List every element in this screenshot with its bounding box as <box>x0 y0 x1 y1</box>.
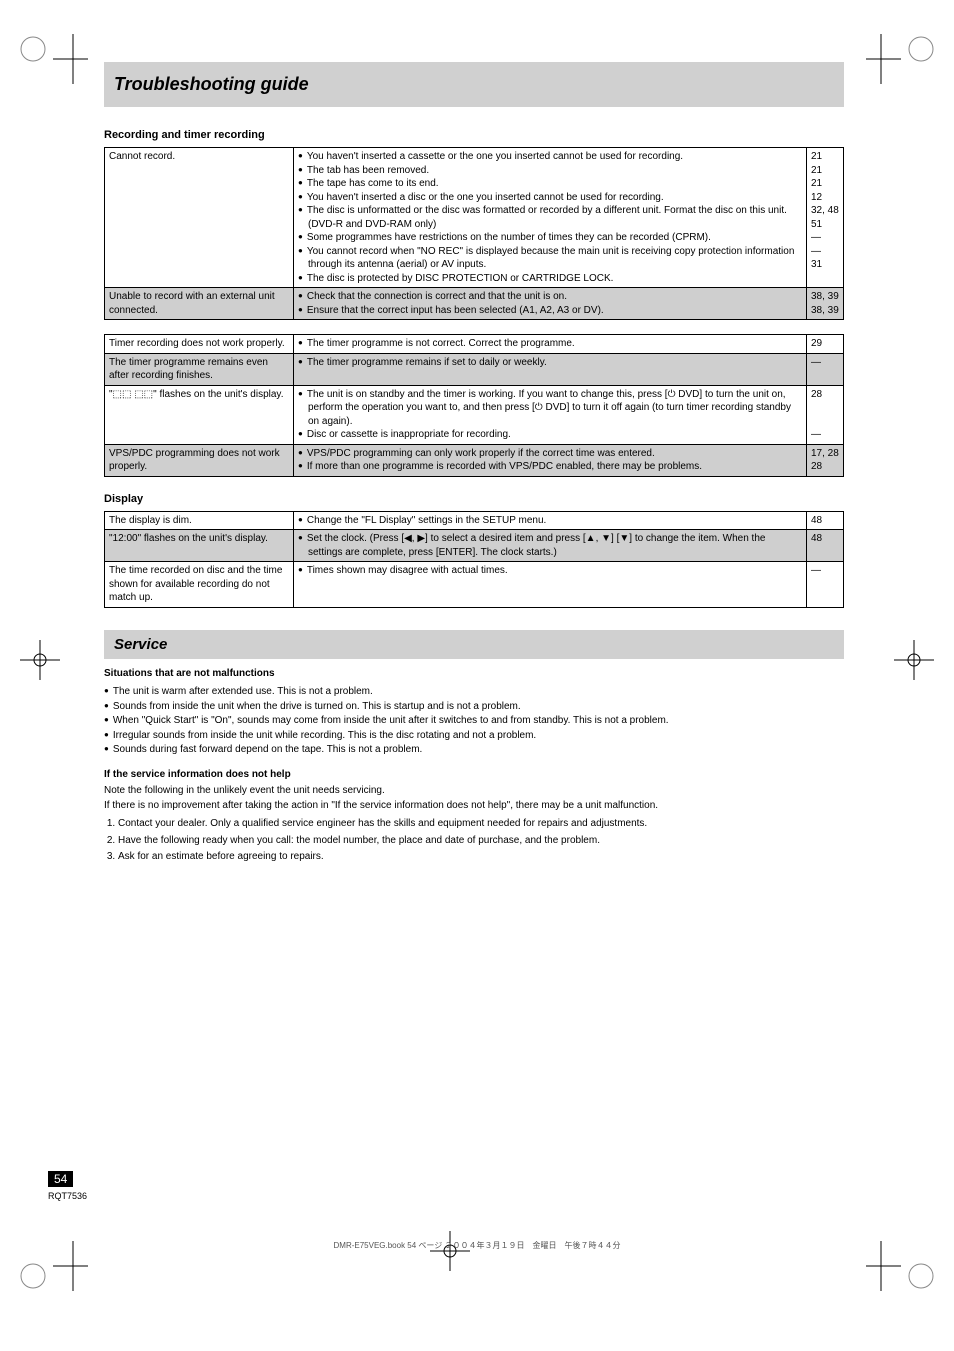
page-refs: 38, 39 38, 39 <box>807 288 844 320</box>
service-bullet: The unit is warm after extended use. Thi… <box>104 685 844 700</box>
timer-table: Timer recording does not work properly. … <box>104 334 844 477</box>
service-bullet: When "Quick Start" is "On", sounds may c… <box>104 714 844 729</box>
bullet-list: You haven't inserted a cassette or the o… <box>298 150 802 285</box>
service-bottom-label: If the service information does not help <box>104 769 291 780</box>
cell-left: VPS/PDC programming does not work proper… <box>105 444 294 476</box>
footer: 54 RQT7536 <box>48 1171 87 1201</box>
service-sub-label: Situations that are not malfunctions <box>104 668 275 679</box>
cell-left: Timer recording does not work properly. <box>105 335 294 354</box>
bullet: The timer programme remains if set to da… <box>298 356 802 370</box>
service-body: Note the following in the unlikely event… <box>104 784 844 813</box>
page-refs: — <box>807 353 844 385</box>
crop-mark-bottom-right <box>866 1211 936 1291</box>
service-step: Ask for an estimate before agreeing to r… <box>118 850 844 865</box>
bullet: You cannot record when "NO REC" is displ… <box>298 245 802 272</box>
display-table: The display is dim. Change the "FL Displ… <box>104 511 844 608</box>
service-bullet: Sounds during fast forward depend on the… <box>104 743 844 758</box>
page-refs: 28 — <box>807 385 844 444</box>
bullet: The tape has come to its end. <box>298 177 802 191</box>
bullet: Some programmes have restrictions on the… <box>298 231 802 245</box>
bullet: The timer programme is not correct. Corr… <box>298 337 802 351</box>
bullet: Set the clock. (Press [◀, ▶] to select a… <box>298 532 802 559</box>
cell-left: The time recorded on disc and the time s… <box>105 562 294 608</box>
bullet: You haven't inserted a cassette or the o… <box>298 150 802 164</box>
rqt-code: RQT7536 <box>48 1191 87 1201</box>
recording-table: Cannot record. You haven't inserted a ca… <box>104 147 844 320</box>
bullet: Check that the connection is correct and… <box>298 290 802 304</box>
print-footnote: DMR-E75VEG.book 54 ページ ２００４年３月１９日 金曜日 午後… <box>0 1240 954 1251</box>
page-refs: 48 <box>807 511 844 530</box>
page-number: 54 <box>48 1171 73 1187</box>
page-refs: — <box>807 562 844 608</box>
section-label-display: Display <box>104 493 844 505</box>
cell-left: Cannot record. <box>105 148 294 288</box>
cell-left: The timer programme remains even after r… <box>105 353 294 385</box>
bullet: Disc or cassette is inappropriate for re… <box>298 428 802 442</box>
bullet: Times shown may disagree with actual tim… <box>298 564 802 578</box>
bullet: If more than one programme is recorded w… <box>298 460 802 474</box>
crop-mark-top-right <box>866 34 936 114</box>
service-text: Situations that are not malfunctions The… <box>104 667 844 865</box>
bullet: Ensure that the correct input has been s… <box>298 304 802 318</box>
cell-left: "⬚⬚ ⬚⬚" flashes on the unit's display. <box>105 385 294 444</box>
bullet: The disc is unformatted or the disc was … <box>298 204 802 231</box>
crop-mark-left <box>20 640 60 680</box>
cell-left: Unable to record with an external unit c… <box>105 288 294 320</box>
bullet: Change the "FL Display" settings in the … <box>298 514 802 528</box>
page-refs: 21 21 21 12 32, 48 51 — — 31 <box>807 148 844 288</box>
section-label-recording: Recording and timer recording <box>104 129 844 141</box>
bullet: The unit is on standby and the timer is … <box>298 388 802 429</box>
crop-mark-bottom-left <box>18 1211 88 1291</box>
bullet: The tab has been removed. <box>298 164 802 178</box>
service-bullet: Irregular sounds from inside the unit wh… <box>104 729 844 744</box>
bullet: VPS/PDC programming can only work proper… <box>298 447 802 461</box>
crop-mark-bottom-center <box>430 1231 470 1271</box>
crop-mark-top-left <box>18 34 88 114</box>
bullet: You haven't inserted a disc or the one y… <box>298 191 802 205</box>
cell-left: The display is dim. <box>105 511 294 530</box>
bullet-list: Check that the connection is correct and… <box>298 290 802 317</box>
service-bullet: Sounds from inside the unit when the dri… <box>104 700 844 715</box>
page-title: Troubleshooting guide <box>104 62 844 107</box>
bullet: The disc is protected by DISC PROTECTION… <box>298 272 802 286</box>
service-title: Service <box>104 630 844 659</box>
service-step: Have the following ready when you call: … <box>118 834 844 849</box>
cell-left: "12:00" flashes on the unit's display. <box>105 530 294 562</box>
service-step: Contact your dealer. Only a qualified se… <box>118 817 844 832</box>
page-refs: 48 <box>807 530 844 562</box>
crop-mark-right <box>894 640 934 680</box>
page-refs: 29 <box>807 335 844 354</box>
page-refs: 17, 28 28 <box>807 444 844 476</box>
